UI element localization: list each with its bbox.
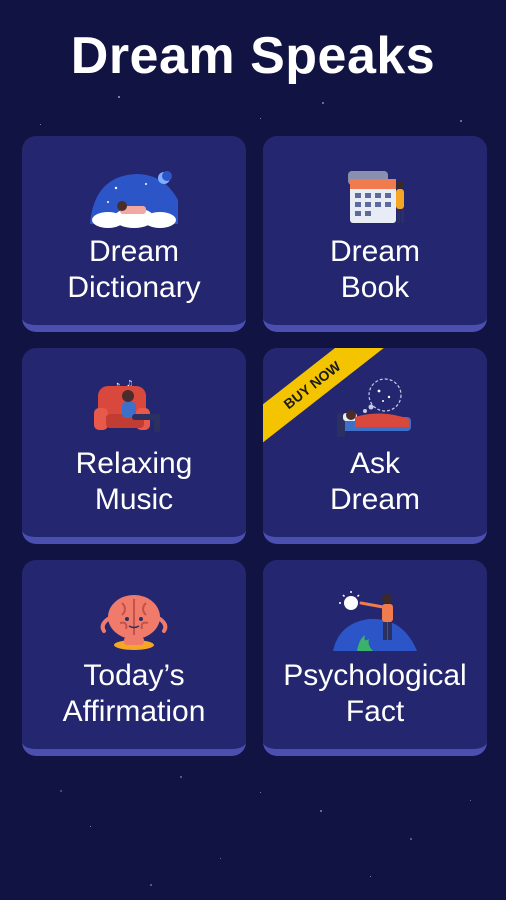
card-label-line1: Ask	[349, 447, 400, 480]
card-label-line1: Dream	[88, 235, 179, 268]
sleeping-cloud-icon	[90, 171, 178, 228]
card-label-line1: Psychological	[283, 659, 467, 692]
card-label-line2: Fact	[345, 695, 405, 728]
card-label-line2: Dream	[329, 483, 420, 516]
todays-affirmation-card[interactable]: Today’s Affirmation	[22, 560, 246, 756]
card-label-line2: Book	[340, 271, 410, 304]
person-lightbulb-icon	[333, 591, 417, 651]
dream-dictionary-card[interactable]: Dream Dictionary	[22, 136, 246, 332]
app-title: Dream Speaks	[70, 27, 436, 85]
dream-bed-icon	[337, 378, 411, 437]
card-label-line2: Music	[94, 483, 174, 516]
card-label-line1: Today’s	[83, 659, 185, 692]
ask-dream-card[interactable]: BUY NOW Ask Dream	[263, 348, 487, 544]
card-label-line2: Dictionary	[67, 271, 201, 304]
armchair-music-icon: ♪ ♫	[94, 379, 160, 432]
relaxing-music-card[interactable]: ♪ ♫ Relaxing Music	[22, 348, 246, 544]
card-label-line1: Relaxing	[75, 447, 193, 480]
card-label-line1: Dream	[329, 235, 420, 268]
psychological-fact-card[interactable]: Psychological Fact	[263, 560, 487, 756]
card-label-line2: Affirmation	[62, 695, 206, 728]
brain-meditation-icon	[100, 595, 168, 650]
calendar-icon	[348, 171, 404, 223]
dream-book-card[interactable]: Dream Book	[263, 136, 487, 332]
